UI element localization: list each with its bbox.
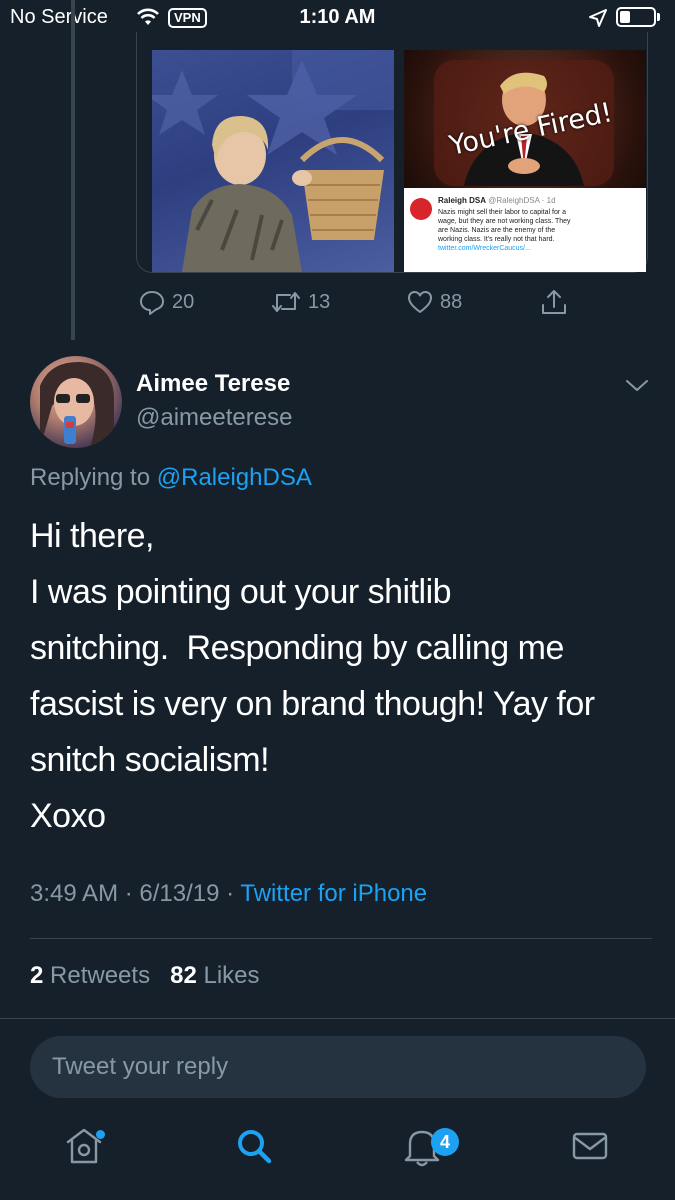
embedded-tweet-line: are Nazis. Nazis are the enemy of the bbox=[438, 227, 556, 234]
reply-placeholder: Tweet your reply bbox=[52, 1053, 229, 1080]
replying-prefix: Replying to bbox=[30, 464, 157, 491]
embedded-tweet-meta: @RaleighDSA · 1d bbox=[488, 196, 556, 205]
embedded-tweet-screenshot[interactable]: Raleigh DSA @RaleighDSA · 1d Nazis might… bbox=[404, 188, 646, 272]
replying-to: Replying to @RaleighDSA bbox=[30, 464, 312, 492]
tab-search[interactable] bbox=[232, 1124, 276, 1184]
embedded-tweet-link: twitter.com/WreckerCaucus/... bbox=[438, 245, 531, 252]
notifications-badge: 4 bbox=[431, 1128, 459, 1156]
search-icon bbox=[238, 1130, 272, 1164]
tweet-stats: 2 Retweets 82 Likes bbox=[30, 962, 260, 990]
tweet-line: snitch socialism! bbox=[30, 741, 270, 779]
tweet-line: fascist is very on brand though! Yay for bbox=[30, 685, 595, 723]
retweet-count: 13 bbox=[308, 290, 331, 313]
likes-stat[interactable]: 82 Likes bbox=[170, 962, 259, 989]
thread-line bbox=[71, 0, 75, 340]
tweet-date: 6/13/19 bbox=[139, 880, 220, 907]
reply-action[interactable]: 20 bbox=[138, 284, 194, 320]
meta-separator: · bbox=[219, 880, 241, 907]
tab-messages[interactable] bbox=[568, 1124, 612, 1184]
photo-speaker-with-basket[interactable] bbox=[152, 50, 394, 272]
tweet-line: Xoxo bbox=[30, 797, 106, 835]
location-icon bbox=[588, 8, 608, 34]
retweet-icon bbox=[272, 292, 300, 312]
heart-icon bbox=[408, 291, 432, 313]
tweet-source[interactable]: Twitter for iPhone bbox=[240, 880, 427, 907]
divider bbox=[0, 1018, 675, 1019]
embedded-tweet-line: wage, but they are not working class. Th… bbox=[438, 218, 571, 225]
author-handle[interactable]: @aimeeterese bbox=[136, 404, 292, 432]
author-name[interactable]: Aimee Terese bbox=[136, 370, 290, 398]
embedded-tweet-name: Raleigh DSA bbox=[438, 196, 487, 205]
battery-tip bbox=[657, 13, 660, 21]
retweets-label: Retweets bbox=[50, 962, 151, 989]
reply-count: 20 bbox=[172, 290, 195, 313]
embedded-tweet-line: working class. It's really not that hard… bbox=[438, 236, 555, 243]
reply-input[interactable]: Tweet your reply bbox=[30, 1036, 646, 1098]
avatar[interactable] bbox=[30, 356, 122, 448]
likes-count: 82 bbox=[170, 962, 197, 989]
share-icon bbox=[542, 290, 566, 314]
divider bbox=[30, 938, 652, 939]
like-action[interactable]: 88 bbox=[406, 284, 462, 320]
tweet-time: 3:49 AM bbox=[30, 880, 119, 907]
retweets-stat[interactable]: 2 Retweets bbox=[30, 962, 150, 989]
tweet-line: I was pointing out your shitlib bbox=[30, 573, 452, 611]
retweet-action[interactable]: 13 bbox=[270, 284, 330, 320]
retweets-count: 2 bbox=[30, 962, 44, 989]
replying-to-link[interactable]: @RaleighDSA bbox=[157, 464, 312, 491]
dsa-logo bbox=[410, 198, 432, 220]
tweet-body: Hi there, I was pointing out your shitli… bbox=[30, 508, 650, 844]
envelope-icon bbox=[572, 1132, 608, 1160]
meta-separator: · bbox=[118, 880, 140, 907]
likes-label: Likes bbox=[203, 962, 260, 989]
battery-icon bbox=[616, 7, 656, 27]
share-action[interactable] bbox=[540, 284, 568, 320]
tweet-line: snitching. Responding by calling me bbox=[30, 629, 564, 667]
status-bar: No Service VPN 1:10 AM bbox=[0, 0, 675, 36]
reply-icon bbox=[140, 291, 164, 315]
clock: 1:10 AM bbox=[299, 6, 376, 28]
chevron-down-icon[interactable] bbox=[624, 378, 650, 399]
tweet-line: Hi there, bbox=[30, 517, 155, 555]
like-count: 88 bbox=[440, 290, 463, 313]
embedded-tweet-body: Nazis might sell their labor to capital … bbox=[438, 208, 642, 253]
embedded-tweet-line: Nazis might sell their labor to capital … bbox=[438, 209, 566, 216]
tweet-meta: 3:49 AM · 6/13/19 · Twitter for iPhone bbox=[30, 880, 427, 908]
home-unread-dot bbox=[96, 1130, 105, 1139]
